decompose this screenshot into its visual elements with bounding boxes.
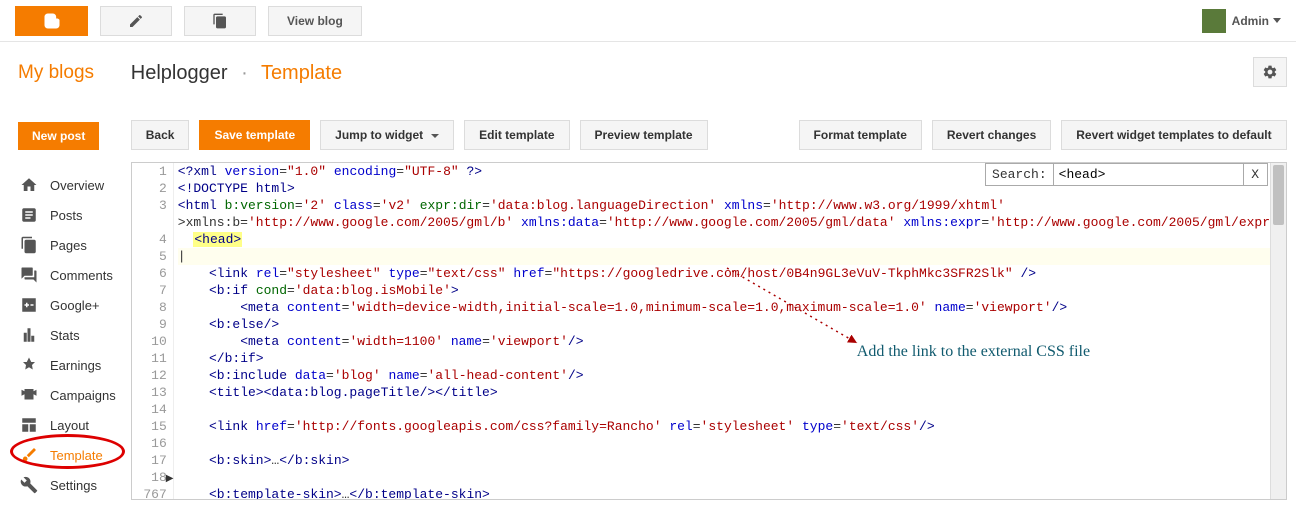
sidebar-item-campaigns[interactable]: Campaigns — [18, 380, 116, 410]
sidebar-item-settings[interactable]: Settings — [18, 470, 116, 500]
sidebar-item-label: Stats — [50, 328, 80, 343]
revert-changes-button[interactable]: Revert changes — [932, 120, 1051, 150]
admin-label: Admin — [1232, 14, 1269, 28]
compose-button[interactable] — [100, 6, 172, 36]
sidebar-item-label: Overview — [50, 178, 104, 193]
sidebar-item-label: Comments — [50, 268, 113, 283]
jump-to-widget-dropdown[interactable]: Jump to widget — [320, 120, 454, 150]
breadcrumb-page: Template — [261, 62, 342, 84]
sidebar-item-pages[interactable]: Pages — [18, 230, 116, 260]
sidebar-item-posts[interactable]: Posts — [18, 200, 116, 230]
view-blog-button[interactable]: View blog — [268, 6, 362, 36]
search-label: Search: — [986, 164, 1053, 185]
sidebar-item-label: Settings — [50, 478, 97, 493]
code-content[interactable]: <?xml version="1.0" encoding="UTF-8" ?><… — [174, 163, 1286, 500]
sidebar-item-label: Template — [50, 448, 103, 463]
comments-icon — [18, 264, 40, 286]
sidebar-item-label: Campaigns — [50, 388, 116, 403]
sidebar-item-label: Posts — [50, 208, 83, 223]
avatar — [1202, 9, 1226, 33]
save-template-button[interactable]: Save template — [199, 120, 310, 150]
editor-search-bar: Search: X — [985, 163, 1268, 186]
sidebar-item-label: Google+ — [50, 298, 100, 313]
back-button[interactable]: Back — [131, 120, 190, 150]
gear-icon — [1262, 64, 1278, 80]
sidebar-item-layout[interactable]: Layout — [18, 410, 116, 440]
posts-icon — [18, 204, 40, 226]
scrollbar-thumb[interactable] — [1273, 165, 1284, 225]
googleplus-icon — [18, 294, 40, 316]
search-close-button[interactable]: X — [1243, 164, 1267, 185]
layout-icon — [18, 414, 40, 436]
sidebar-item-overview[interactable]: Overview — [18, 170, 116, 200]
account-menu[interactable]: Admin — [1202, 9, 1281, 33]
breadcrumb-separator: · — [241, 62, 248, 84]
sidebar-item-stats[interactable]: Stats — [18, 320, 116, 350]
line-number-gutter: 123456789101112131415161718▶767768▶83283… — [132, 163, 174, 500]
earnings-icon — [18, 354, 40, 376]
chevron-down-icon — [1273, 18, 1281, 23]
sidebar-item-label: Pages — [50, 238, 87, 253]
my-blogs-heading[interactable]: My blogs — [18, 62, 116, 84]
editor-scrollbar[interactable] — [1270, 163, 1286, 499]
revert-widget-templates-button[interactable]: Revert widget templates to default — [1061, 120, 1286, 150]
sidebar-item-comments[interactable]: Comments — [18, 260, 116, 290]
posts-list-button[interactable] — [184, 6, 256, 36]
preview-template-button[interactable]: Preview template — [580, 120, 708, 150]
campaigns-icon — [18, 384, 40, 406]
breadcrumb: Helplogger · Template — [131, 62, 1287, 85]
pages-icon — [18, 234, 40, 256]
breadcrumb-blog: Helplogger — [131, 62, 228, 84]
sidebar-item-template[interactable]: Template — [18, 440, 116, 470]
sidebar-item-earnings[interactable]: Earnings — [18, 350, 116, 380]
edit-template-button[interactable]: Edit template — [464, 120, 569, 150]
sidebar-item-label: Earnings — [50, 358, 101, 373]
template-editor[interactable]: Search: X 123456789101112131415161718▶76… — [131, 162, 1287, 500]
template-icon — [18, 444, 40, 466]
search-input[interactable] — [1053, 164, 1243, 185]
home-icon — [18, 174, 40, 196]
new-post-button[interactable]: New post — [18, 122, 99, 150]
format-template-button[interactable]: Format template — [799, 120, 922, 150]
sidebar-item-label: Layout — [50, 418, 89, 433]
settings-gear-button[interactable] — [1253, 57, 1287, 87]
sidebar-item-googleplus[interactable]: Google+ — [18, 290, 116, 320]
settings-icon — [18, 474, 40, 496]
stats-icon — [18, 324, 40, 346]
blogger-logo[interactable] — [15, 6, 88, 36]
